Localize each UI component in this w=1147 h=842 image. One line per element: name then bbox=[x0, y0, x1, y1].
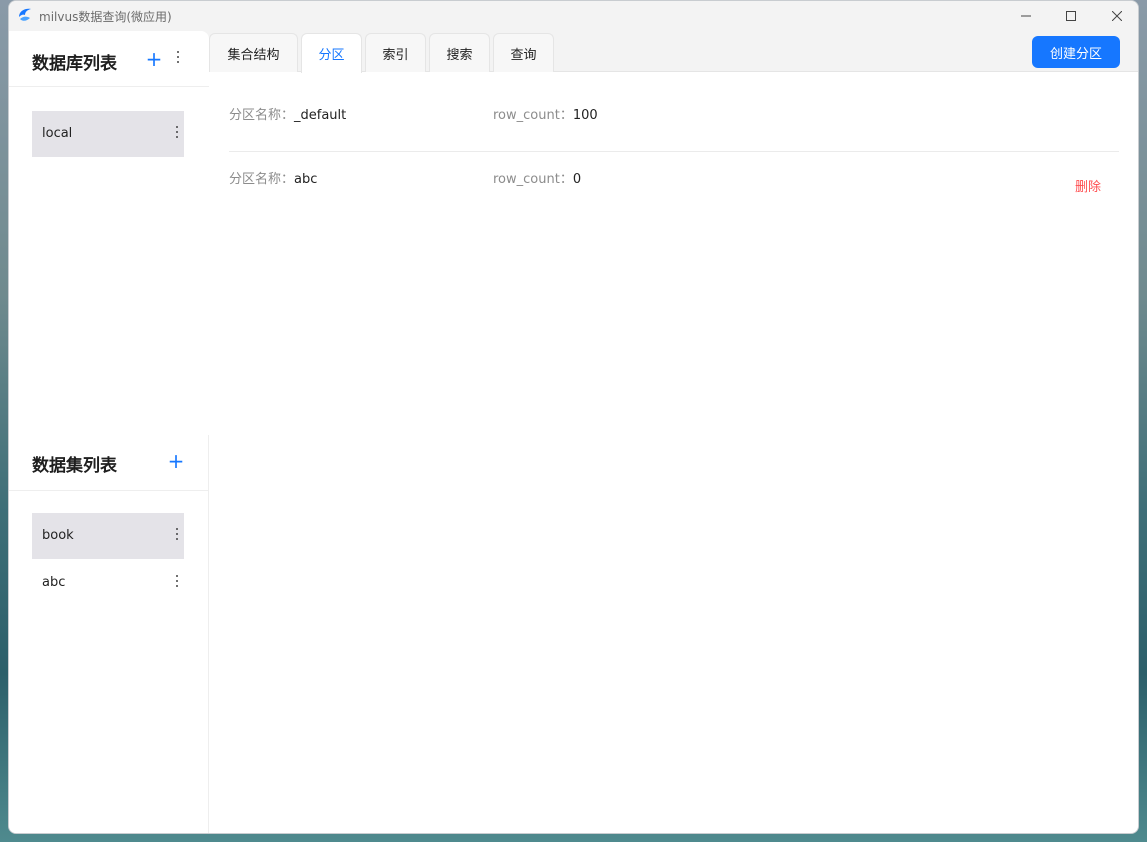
delete-partition-button[interactable]: 删除 bbox=[1075, 176, 1101, 195]
app-logo-icon bbox=[19, 8, 31, 21]
close-button[interactable] bbox=[1094, 1, 1138, 31]
title-bar[interactable]: milvus数据查询(微应用) bbox=[9, 1, 1138, 31]
partition-name-label: 分区名称： bbox=[229, 172, 295, 187]
maximize-icon bbox=[1066, 11, 1076, 21]
collection-item-abc[interactable]: abc bbox=[32, 560, 184, 606]
partition-name-value: abc bbox=[294, 172, 318, 187]
partition-count-value: 0 bbox=[572, 172, 582, 187]
collection-panel-header: 数据集列表 + bbox=[9, 435, 209, 491]
tab-search[interactable]: 搜索 bbox=[429, 33, 490, 72]
add-collection-button[interactable]: + bbox=[167, 451, 185, 471]
tab-schema[interactable]: 集合结构 bbox=[209, 33, 298, 72]
create-partition-button[interactable]: 创建分区 bbox=[1032, 36, 1120, 68]
close-icon bbox=[1112, 11, 1122, 21]
add-database-button[interactable]: + bbox=[145, 49, 163, 69]
tab-bar: 集合结构 分区 索引 搜索 查询 创建分区 bbox=[209, 31, 1138, 73]
partition-count-value: 100 bbox=[572, 108, 598, 123]
collection-item-label: abc bbox=[42, 575, 66, 590]
window-title: milvus数据查询(微应用) bbox=[39, 10, 172, 24]
database-item-menu-icon[interactable] bbox=[172, 126, 182, 138]
maximize-button[interactable] bbox=[1048, 1, 1094, 31]
partition-name-value: _default bbox=[294, 108, 347, 123]
partition-count-field: row_count：100 bbox=[493, 104, 598, 123]
partition-count-label: row_count： bbox=[493, 172, 573, 187]
minimize-button[interactable] bbox=[1003, 1, 1049, 31]
database-item-local[interactable]: local bbox=[32, 111, 184, 157]
tab-query[interactable]: 查询 bbox=[493, 33, 554, 72]
collection-item-book[interactable]: book bbox=[32, 513, 184, 559]
tab-partitions[interactable]: 分区 bbox=[301, 33, 362, 73]
partition-count-label: row_count： bbox=[493, 108, 573, 123]
partition-name-field: 分区名称：abc bbox=[229, 168, 317, 187]
tab-index[interactable]: 索引 bbox=[365, 33, 426, 72]
collection-list-title: 数据集列表 bbox=[32, 456, 117, 476]
app-window: milvus数据查询(微应用) 数据库列表 + local 数据集列表 + bo… bbox=[8, 0, 1139, 834]
database-list-title: 数据库列表 bbox=[32, 54, 117, 74]
collection-item-label: book bbox=[42, 528, 74, 543]
collection-item-menu-icon[interactable] bbox=[172, 528, 182, 540]
database-panel: 数据库列表 + local bbox=[9, 31, 209, 435]
collection-panel: 数据集列表 + book abc bbox=[9, 435, 209, 833]
main-content: 集合结构 分区 索引 搜索 查询 创建分区 分区名称：_default row_… bbox=[209, 31, 1138, 833]
row-divider bbox=[229, 151, 1119, 152]
partition-name-field: 分区名称：_default bbox=[229, 104, 346, 123]
partition-count-field: row_count：0 bbox=[493, 168, 581, 187]
minimize-icon bbox=[1021, 15, 1031, 17]
database-item-label: local bbox=[42, 126, 73, 141]
collection-item-menu-icon[interactable] bbox=[172, 575, 182, 587]
left-pane: 数据库列表 + local 数据集列表 + book abc bbox=[9, 31, 209, 833]
database-menu-icon[interactable] bbox=[173, 51, 183, 63]
partition-name-label: 分区名称： bbox=[229, 108, 295, 123]
database-panel-header: 数据库列表 + bbox=[9, 31, 209, 87]
